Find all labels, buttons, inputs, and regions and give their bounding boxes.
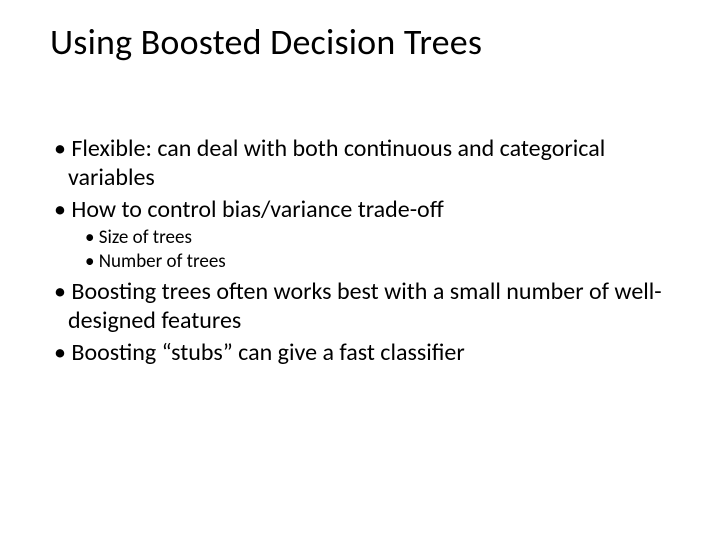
bullet-list: Flexible: can deal with both continuous … — [50, 134, 670, 367]
slide: Using Boosted Decision Trees Flexible: c… — [0, 0, 720, 540]
bullet-features: Boosting trees often works best with a s… — [50, 277, 670, 336]
bullet-stubs: Boosting “stubs” can give a fast classif… — [50, 338, 670, 367]
bullet-size-of-trees: Size of trees — [50, 226, 670, 249]
bullet-flexible: Flexible: can deal with both continuous … — [50, 134, 670, 193]
bullet-number-of-trees: Number of trees — [50, 250, 670, 273]
bullet-bias-variance: How to control bias/variance trade-off — [50, 195, 670, 224]
slide-title: Using Boosted Decision Trees — [50, 20, 670, 64]
